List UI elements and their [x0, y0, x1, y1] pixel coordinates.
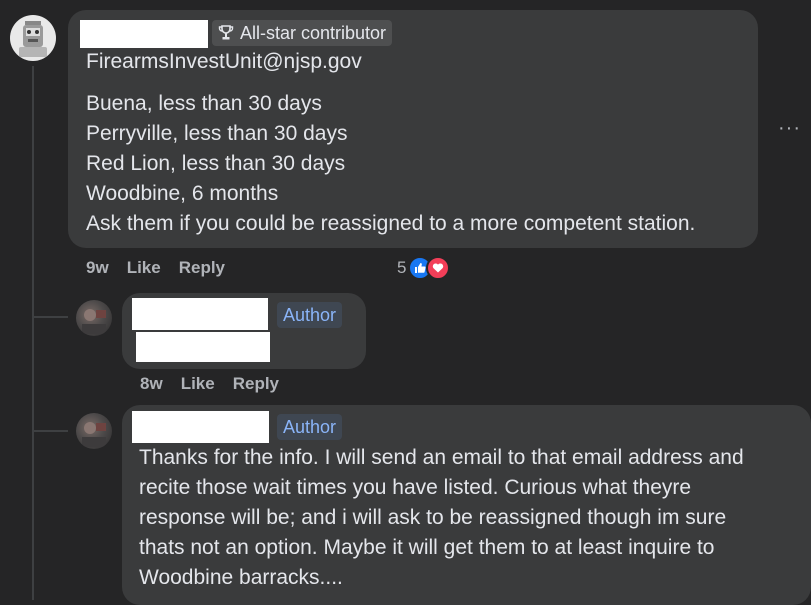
avatar[interactable]: [76, 413, 112, 449]
comment-text-line: Thanks for the info. I will send an emai…: [139, 446, 744, 469]
like-button[interactable]: Like: [127, 258, 161, 278]
badge-label: All-star contributor: [240, 23, 387, 43]
comment-text-line: recite those wait times you have listed.…: [139, 476, 692, 499]
more-options-icon[interactable]: ···: [778, 118, 801, 138]
comment-text-line: FirearmsInvestUnit@njsp.gov: [86, 50, 362, 73]
timestamp[interactable]: 9w: [86, 258, 109, 278]
comment-text-line: response will be; and i will ask to be r…: [139, 506, 727, 529]
author-badge[interactable]: Author: [277, 414, 343, 440]
thread-branch-2: [32, 430, 68, 432]
thread-line-vertical: [32, 66, 34, 600]
comment-text-line: Woodbine, 6 months: [86, 182, 279, 205]
comment-text-line: Woodbine barracks....: [139, 566, 343, 589]
comment-text-line: thats not an option. Maybe it will get t…: [139, 536, 715, 559]
trophy-icon: [218, 25, 234, 40]
reply-button[interactable]: Reply: [179, 258, 225, 278]
thread-branch-1: [32, 316, 68, 318]
redacted-comment-text: [136, 332, 270, 362]
redacted-author-name: [132, 411, 269, 443]
redacted-author-name: [132, 298, 268, 330]
love-icon: [426, 256, 451, 280]
reply-button[interactable]: Reply: [233, 374, 279, 394]
comment-text-line: Red Lion, less than 30 days: [86, 152, 346, 175]
reaction-summary[interactable]: 5: [397, 256, 451, 280]
comment-text-line: Ask them if you could be reassigned to a…: [86, 212, 696, 235]
avatar[interactable]: [10, 15, 56, 61]
author-badge[interactable]: Author: [277, 302, 343, 328]
avatar[interactable]: [76, 300, 112, 336]
comment-actions: 9w Like Reply: [86, 258, 225, 278]
like-button[interactable]: Like: [181, 374, 215, 394]
reaction-count: 5: [397, 258, 407, 277]
comment-text-line: Perryville, less than 30 days: [86, 122, 348, 145]
timestamp[interactable]: 8w: [140, 374, 163, 394]
redacted-author-name: [80, 20, 208, 48]
profile-photo-icon: [82, 422, 106, 447]
profile-photo-icon: [82, 309, 106, 334]
robot-avatar-icon: [19, 21, 47, 57]
comment-text-line: Buena, less than 30 days: [86, 92, 322, 115]
comment-actions: 8w Like Reply: [140, 374, 279, 394]
all-star-contributor-badge[interactable]: All-star contributor: [212, 20, 393, 46]
